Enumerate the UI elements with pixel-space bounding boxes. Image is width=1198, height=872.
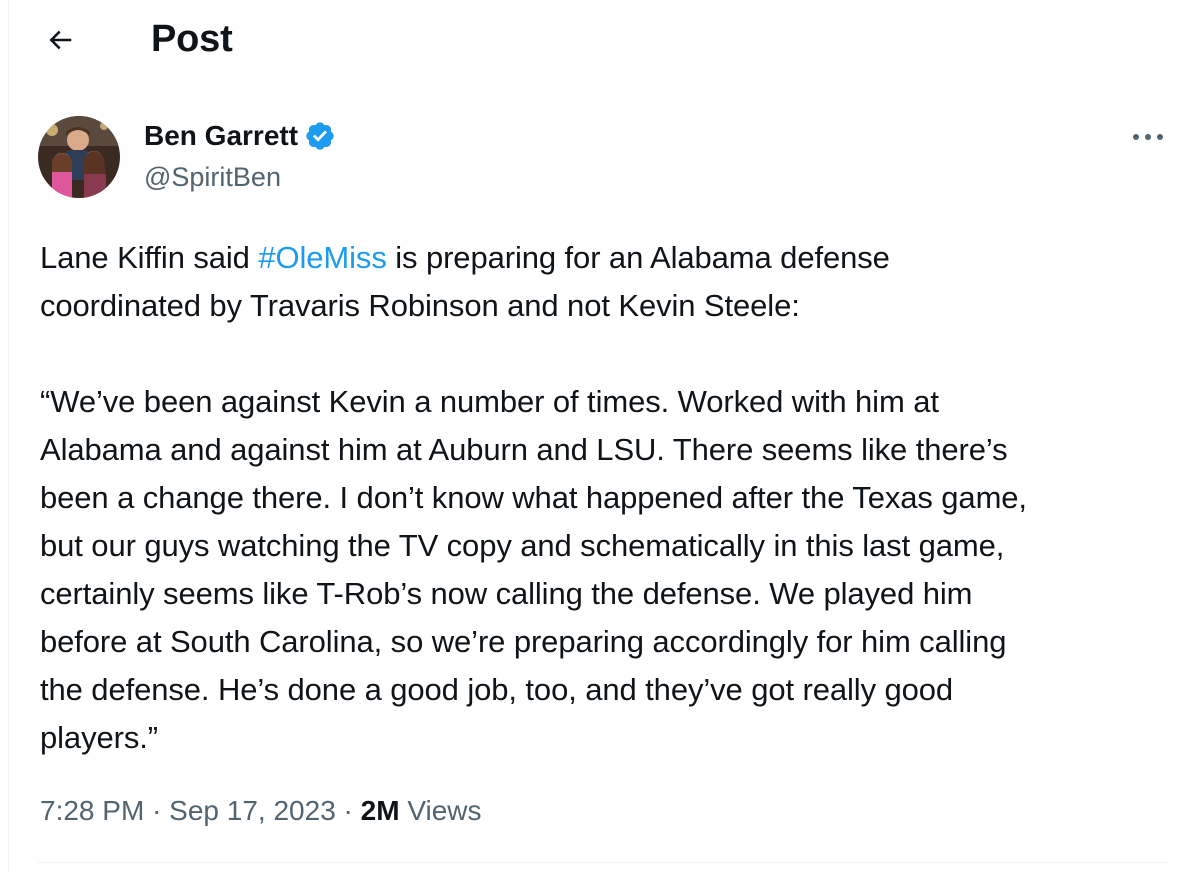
back-button[interactable] — [36, 18, 84, 62]
header: Post — [0, 0, 1198, 80]
more-options-button[interactable] — [1128, 122, 1168, 152]
tweet-text-before: Lane Kiffin said — [40, 240, 259, 275]
verified-badge-icon — [306, 122, 334, 150]
more-horizontal-icon — [1133, 134, 1163, 140]
post-time[interactable]: 7:28 PM — [40, 795, 144, 826]
bottom-divider — [38, 862, 1168, 863]
meta-separator-2: · — [335, 795, 361, 826]
views-label: Views — [399, 795, 482, 826]
author-row: Ben Garrett @SpiritBen — [38, 114, 1168, 204]
views-count[interactable]: 2M — [361, 795, 400, 826]
avatar[interactable] — [38, 116, 120, 198]
tweet-meta: 7:28 PM · Sep 17, 2023 · 2M Views — [40, 793, 482, 829]
author-name-line[interactable]: Ben Garrett — [144, 118, 336, 154]
tweet-text: Lane Kiffin said #OleMiss is preparing f… — [40, 234, 1170, 762]
author-handle[interactable]: @SpiritBen — [144, 160, 281, 194]
author-display-name: Ben Garrett — [144, 120, 299, 151]
page-title: Post — [151, 18, 233, 60]
meta-separator: · — [144, 795, 170, 826]
arrow-left-icon — [49, 30, 72, 50]
left-border — [8, 0, 9, 872]
tweet-text-after: is preparing for an Alabama defense coor… — [40, 240, 1027, 755]
post-date[interactable]: Sep 17, 2023 — [169, 795, 336, 826]
avatar-photo — [38, 116, 120, 198]
hashtag-link[interactable]: #OleMiss — [258, 240, 387, 275]
